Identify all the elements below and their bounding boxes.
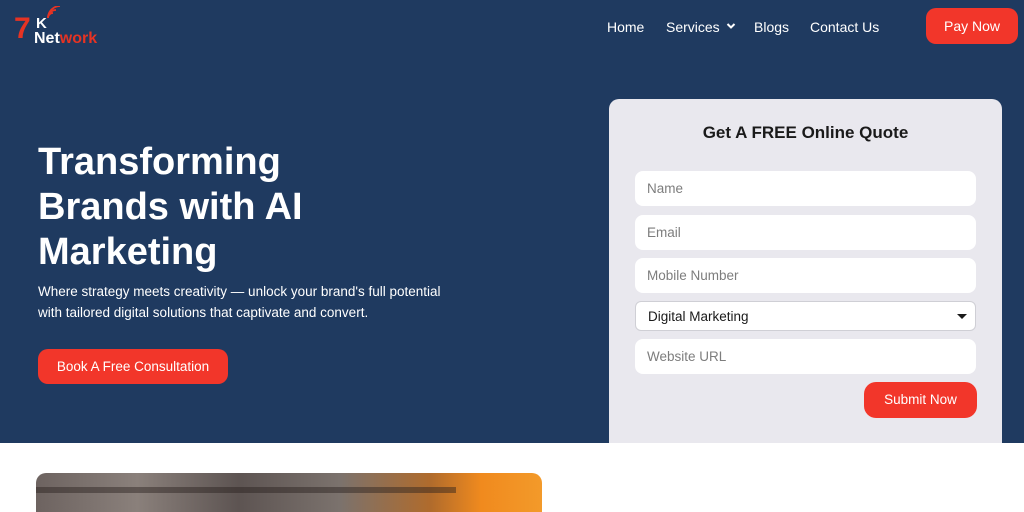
logo-network: Network bbox=[34, 31, 97, 47]
email-input[interactable]: Email bbox=[635, 215, 976, 250]
caret-down-icon bbox=[957, 314, 967, 319]
quote-form-title: Get A FREE Online Quote bbox=[702, 123, 909, 142]
nav-contact[interactable]: Contact Us bbox=[810, 17, 879, 37]
hero-title: Transforming Brands with AI Marketing bbox=[38, 141, 303, 273]
logo-network-accent: work bbox=[59, 30, 98, 47]
pay-now-button[interactable]: Pay Now bbox=[926, 8, 1018, 44]
submit-button[interactable]: Submit Now bbox=[864, 382, 977, 418]
site-logo[interactable]: 7 K Network bbox=[14, 6, 114, 50]
mobile-number-input[interactable]: Mobile Number bbox=[635, 258, 976, 293]
website-url-input[interactable]: Website URL bbox=[635, 339, 976, 374]
hero-subtitle: Where strategy meets creativity — unlock… bbox=[38, 284, 441, 320]
logo-network-text: Net bbox=[34, 30, 60, 47]
nav-services[interactable]: Services bbox=[666, 17, 736, 37]
hero-section: 7 K Network Home Services Blogs Contact … bbox=[0, 0, 1024, 443]
nav-home[interactable]: Home bbox=[607, 17, 644, 37]
service-select[interactable]: Digital Marketing bbox=[635, 301, 976, 331]
chevron-down-icon bbox=[726, 23, 735, 30]
photo-detail bbox=[36, 487, 456, 493]
logo-k: K bbox=[36, 15, 47, 32]
name-input[interactable]: Name bbox=[635, 171, 976, 206]
nav-blogs[interactable]: Blogs bbox=[754, 17, 789, 37]
service-select-value: Digital Marketing bbox=[648, 309, 749, 324]
book-consultation-button[interactable]: Book A Free Consultation bbox=[38, 349, 228, 384]
signal-icon bbox=[47, 6, 61, 19]
quote-form: Get A FREE Online Quote Name Email Mobil… bbox=[609, 99, 1002, 443]
logo-seven: 7 bbox=[14, 12, 31, 45]
nav-services-label: Services bbox=[666, 19, 720, 35]
feature-photo bbox=[36, 473, 542, 512]
